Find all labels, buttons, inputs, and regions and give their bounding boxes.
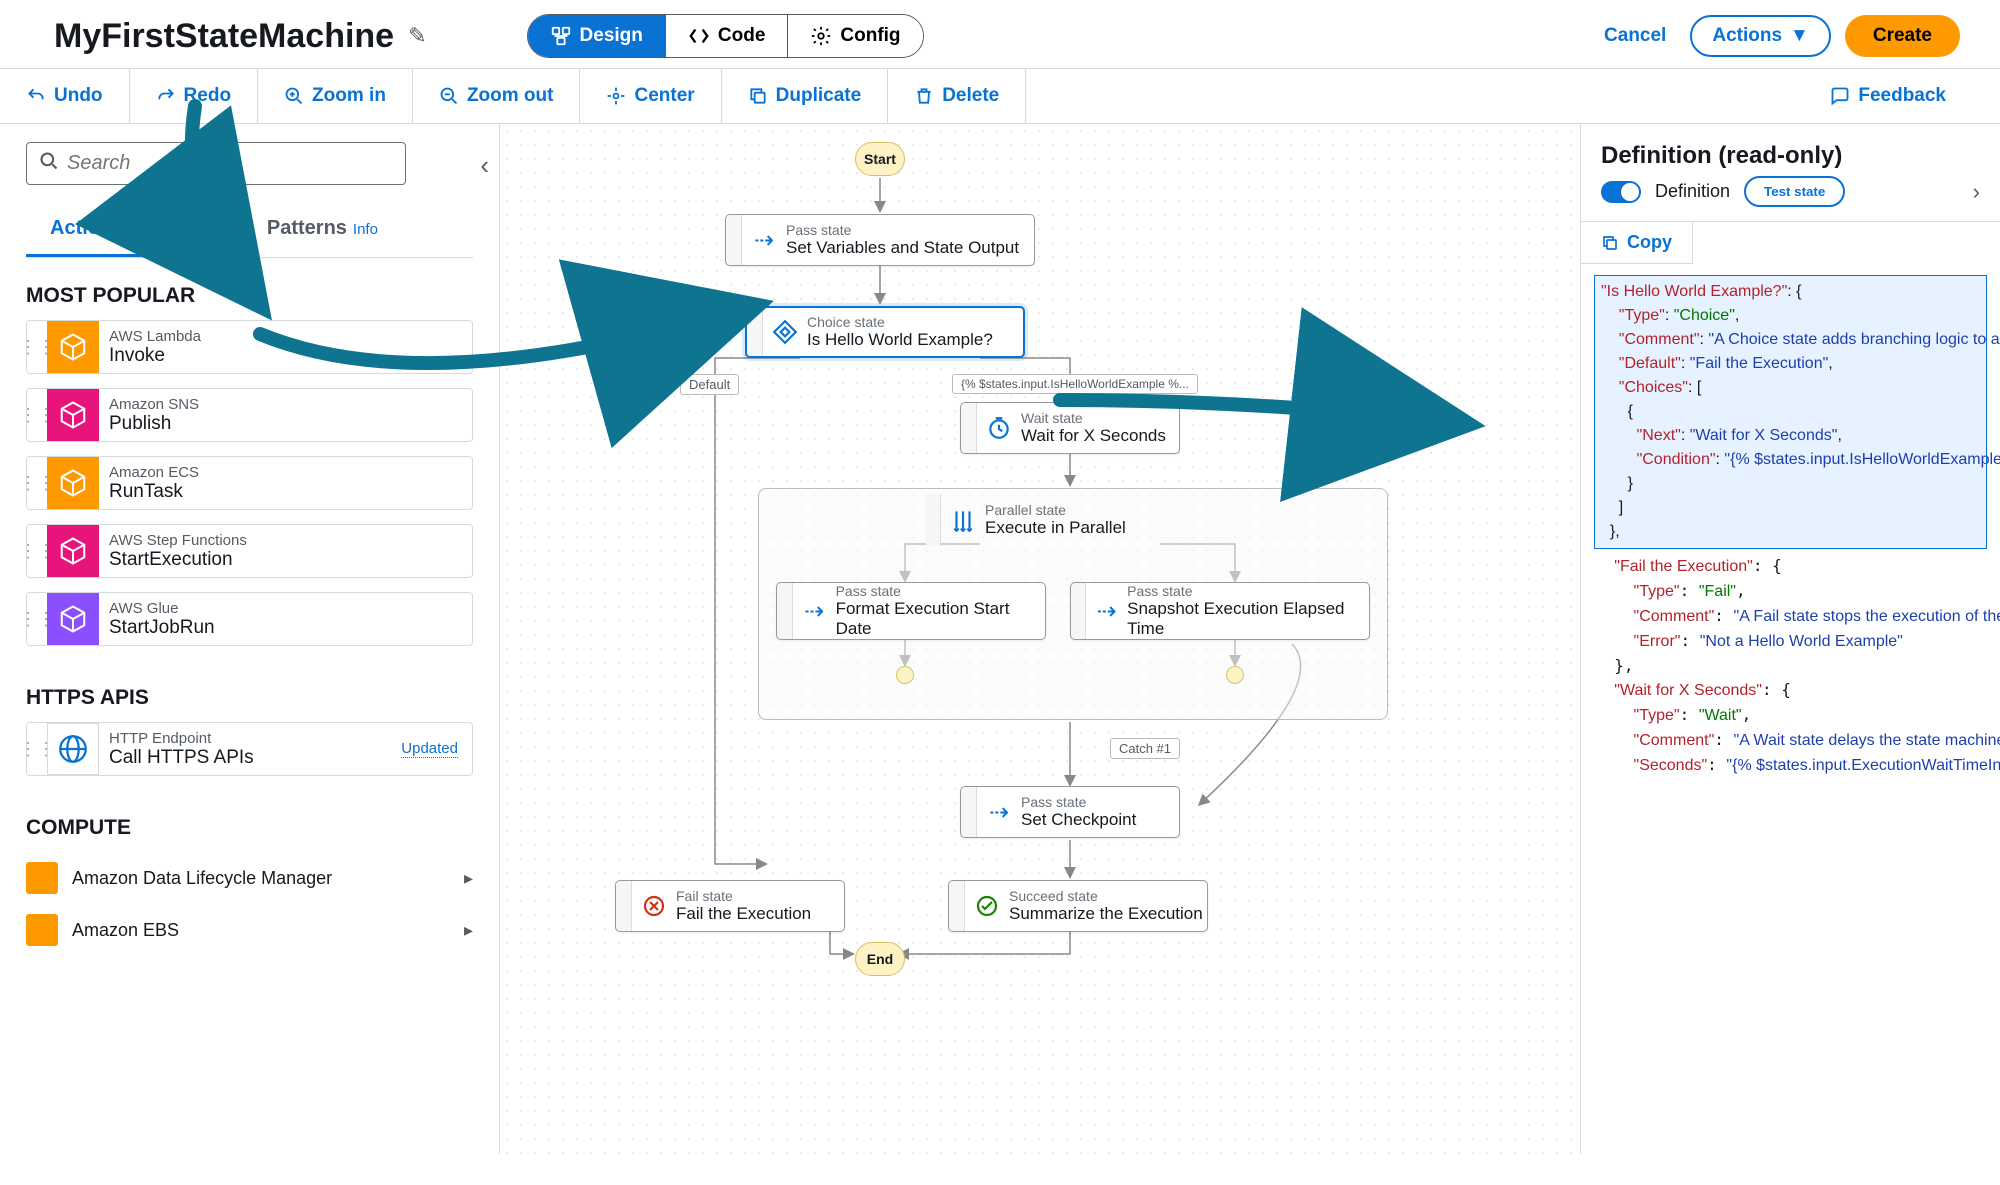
section-most-popular: MOST POPULAR <box>26 284 473 308</box>
definition-toggle[interactable] <box>1601 181 1641 203</box>
tab-actions[interactable]: Actions <box>26 207 148 257</box>
edge-catch[interactable]: Catch #1 <box>1110 738 1180 759</box>
zoom-in-button[interactable]: Zoom in <box>258 69 413 123</box>
edit-title-icon[interactable]: ✎ <box>408 23 426 49</box>
succeed-icon <box>965 894 1009 918</box>
fail-icon <box>632 894 676 918</box>
service-icon <box>47 457 99 509</box>
edge-default[interactable]: Default <box>680 374 739 395</box>
action-card[interactable]: ⋮⋮ Amazon ECSRunTask <box>26 456 473 510</box>
node-checkpoint[interactable]: ⇢ Pass stateSet Checkpoint <box>960 786 1180 838</box>
action-card[interactable]: ⋮⋮ Amazon SNSPublish <box>26 388 473 442</box>
tab-patterns[interactable]: PatternsInfo <box>243 207 402 257</box>
section-https-apis: HTTPS APIS <box>26 686 473 710</box>
node-fail[interactable]: Fail stateFail the Execution <box>615 880 845 932</box>
delete-button[interactable]: Delete <box>888 69 1026 123</box>
caret-down-icon: ▼ <box>1790 25 1809 47</box>
feedback-button[interactable]: Feedback <box>1804 69 2000 123</box>
search-box[interactable] <box>26 142 406 185</box>
action-card[interactable]: ⋮⋮ AWS Step FunctionsStartExecution <box>26 524 473 578</box>
redo-button[interactable]: Redo <box>130 69 259 123</box>
action-card[interactable]: ⋮⋮ AWS LambdaInvoke <box>26 320 473 374</box>
caret-right-icon: ▸ <box>464 920 473 941</box>
node-parallel[interactable]: Parallel stateExecute in Parallel <box>925 494 1215 546</box>
zoom-out-button[interactable]: Zoom out <box>413 69 581 123</box>
view-config-tab[interactable]: Config <box>787 15 922 57</box>
undo-button[interactable]: Undo <box>0 69 130 123</box>
service-icon <box>26 914 58 946</box>
toolbar: Undo Redo Zoom in Zoom out Center Duplic… <box>0 69 2000 124</box>
pass-icon: ⇢ <box>793 597 836 626</box>
create-button[interactable]: Create <box>1845 15 1960 57</box>
choice-icon <box>763 319 807 345</box>
end-terminal[interactable]: End <box>855 942 905 976</box>
drag-grip-icon: ⋮⋮ <box>27 473 47 494</box>
node-wait[interactable]: Wait stateWait for X Seconds <box>960 402 1180 454</box>
view-segmented-control: Design Code Config <box>527 14 924 58</box>
service-row[interactable]: Amazon Data Lifecycle Manager▸ <box>26 852 473 904</box>
workflow-canvas[interactable]: Start ⇢ Pass stateSet Variables and Stat… <box>500 124 1580 1154</box>
actions-dropdown[interactable]: Actions ▼ <box>1690 15 1831 57</box>
action-card[interactable]: ⋮⋮ AWS GlueStartJobRun <box>26 592 473 646</box>
updated-badge: Updated <box>401 740 458 758</box>
main-layout: ‹ Actions Flow PatternsInfo MOST POPULAR… <box>0 124 2000 1154</box>
duplicate-button[interactable]: Duplicate <box>722 69 889 123</box>
pass-icon: ⇢ <box>742 226 786 255</box>
sidebar-tabs: Actions Flow PatternsInfo <box>26 207 473 258</box>
search-icon <box>39 151 59 176</box>
drag-grip-icon: ⋮⋮ <box>27 739 47 760</box>
state-browser-sidebar: ‹ Actions Flow PatternsInfo MOST POPULAR… <box>0 124 500 1154</box>
header-bar: MyFirstStateMachine ✎ Design Code Config… <box>0 0 2000 69</box>
service-icon <box>47 525 99 577</box>
view-design-tab[interactable]: Design <box>528 15 665 57</box>
node-format-date[interactable]: ⇢ Pass stateFormat Execution Start Date <box>776 582 1046 640</box>
drag-grip-icon: ⋮⋮ <box>27 609 47 630</box>
node-set-variables[interactable]: ⇢ Pass stateSet Variables and State Outp… <box>725 214 1035 266</box>
pass-icon: ⇢ <box>977 798 1021 827</box>
service-icon <box>47 321 99 373</box>
service-icon <box>47 389 99 441</box>
search-input[interactable] <box>67 152 393 175</box>
node-succeed[interactable]: Succeed stateSummarize the Execution <box>948 880 1208 932</box>
collapse-sidebar-icon[interactable]: ‹ <box>480 150 489 181</box>
service-row[interactable]: Amazon EBS▸ <box>26 904 473 956</box>
expand-icon[interactable]: › <box>1973 179 1980 205</box>
definition-label: Definition <box>1655 181 1730 202</box>
parallel-icon <box>941 507 985 533</box>
cancel-button[interactable]: Cancel <box>1604 25 1666 47</box>
branch-end-1 <box>896 666 914 684</box>
tab-flow[interactable]: Flow <box>148 207 243 257</box>
view-code-tab[interactable]: Code <box>665 15 788 57</box>
drag-grip-icon: ⋮⋮ <box>27 337 47 358</box>
edge-condition[interactable]: {% $states.input.IsHelloWorldExample %..… <box>952 374 1198 394</box>
test-state-button[interactable]: Test state <box>1744 176 1845 207</box>
service-icon <box>47 593 99 645</box>
definition-panel: Definition (read-only) Definition Test s… <box>1580 124 2000 1154</box>
center-button[interactable]: Center <box>580 69 721 123</box>
definition-panel-title: Definition (read-only) <box>1581 124 2000 176</box>
info-link[interactable]: Info <box>353 221 378 238</box>
wait-icon <box>977 415 1021 441</box>
action-card-http-endpoint[interactable]: ⋮⋮ HTTP EndpointCall HTTPS APIs Updated <box>26 722 473 776</box>
pass-icon: ⇢ <box>1086 597 1127 626</box>
branch-end-2 <box>1226 666 1244 684</box>
section-compute: COMPUTE <box>26 816 473 840</box>
caret-right-icon: ▸ <box>464 868 473 889</box>
service-icon <box>26 862 58 894</box>
node-snapshot[interactable]: ⇢ Pass stateSnapshot Execution Elapsed T… <box>1070 582 1370 640</box>
node-choice-hello-world[interactable]: Choice stateIs Hello World Example? <box>745 306 1025 358</box>
drag-grip-icon: ⋮⋮ <box>27 405 47 426</box>
drag-grip-icon: ⋮⋮ <box>27 541 47 562</box>
code-view[interactable]: "Is Hello World Example?": { "Type": "Ch… <box>1581 264 2000 1154</box>
start-terminal[interactable]: Start <box>855 142 905 176</box>
copy-button[interactable]: Copy <box>1581 222 1693 264</box>
state-machine-title: MyFirstStateMachine <box>54 17 394 56</box>
